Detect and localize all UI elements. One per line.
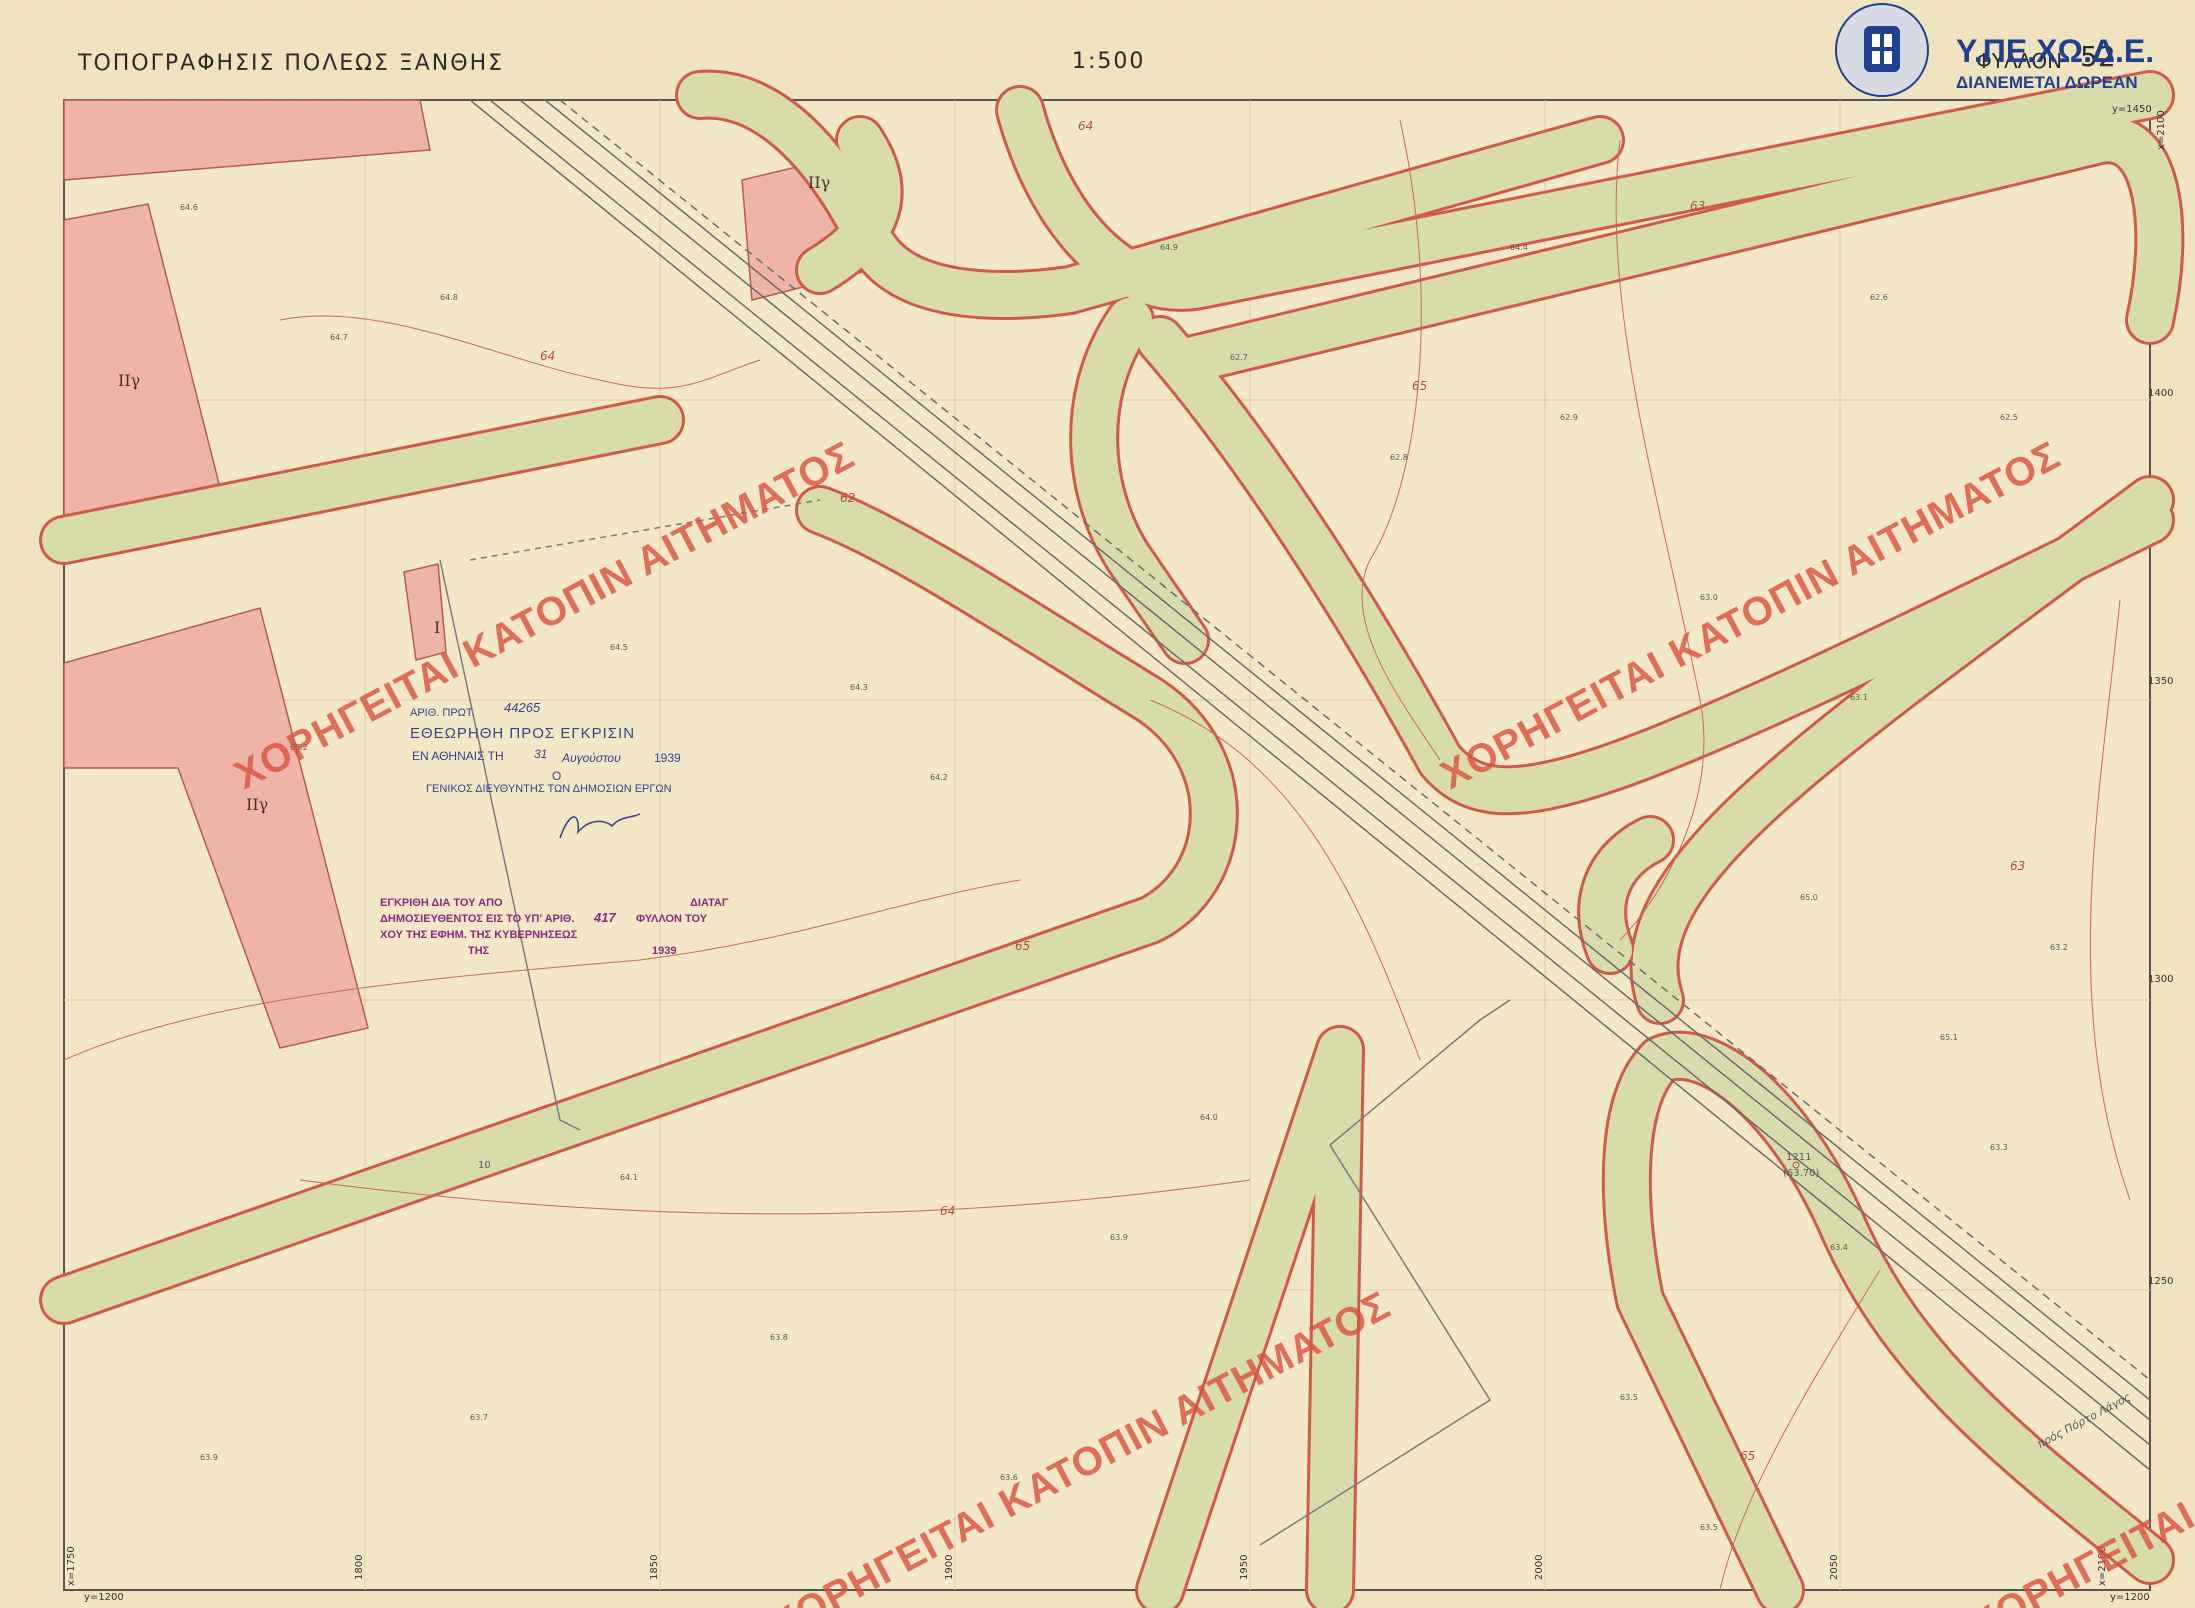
stamp-line: ΤΗΣ xyxy=(468,945,490,957)
contour-label: 64 xyxy=(1078,119,1093,133)
stamp-line: ΧΟΥ ΤΗΣ ΕΦΗΜ. ΤΗΣ ΚΥΒΕΡΝΗΣΕΩΣ xyxy=(380,929,578,941)
spot-height: 63.5 xyxy=(1620,1393,1638,1402)
grid-label: 1950 xyxy=(1239,1555,1250,1580)
spot-height: 63.7 xyxy=(470,1413,488,1422)
block-label-4: ΙΙγ xyxy=(808,173,830,192)
spot-height: 62.7 xyxy=(1230,353,1248,362)
sheet-title: ΤΟΠΟΓΡΑΦΗΣΙΣ ΠΟΛΕΩΣ ΞΑΝΘΗΣ xyxy=(77,51,504,76)
grid-label: 2050 xyxy=(1829,1555,1840,1580)
spot-height: 64.1 xyxy=(620,1173,638,1182)
spot-height: 63.4 xyxy=(1830,1243,1848,1252)
stamp-line: ΓΕΝΙΚΟΣ ΔΙΕΥΘΥΝΤΗΣ ΤΩΝ ΔΗΜΟΣΙΩΝ ΕΡΓΩΝ xyxy=(426,783,672,795)
stamp-protocol-value: 44265 xyxy=(504,700,541,715)
spot-height: 64.2 xyxy=(930,773,948,782)
stamp-line: 1939 xyxy=(652,945,676,957)
emblem-icon xyxy=(1835,3,1929,97)
stamp-line: ΕΝ ΑΘΗΝΑΙΣ ΤΗ xyxy=(412,749,504,763)
contour-label: 63 xyxy=(2010,859,2025,873)
contour-label: 65 xyxy=(1015,939,1030,953)
station-label: 1211 xyxy=(1786,1152,1811,1163)
spot-height: 62.5 xyxy=(2000,413,2018,422)
grid-label: 1850 xyxy=(649,1555,660,1580)
station-elevation: (63.70) xyxy=(1783,1168,1820,1179)
spot-height: 64.3 xyxy=(850,683,868,692)
stamp-line: ΕΘΕΩΡΗΘΗ ΠΡΟΣ ΕΓΚΡΙΣΙΝ xyxy=(410,725,635,742)
spot-height: 63.8 xyxy=(770,1333,788,1342)
block-label-1: ΙΙγ xyxy=(118,371,140,390)
stamp-date-month: Αυγούστου xyxy=(561,751,621,765)
spot-height: 62.6 xyxy=(1870,293,1888,302)
stamp-line: ΕΓΚΡΙΘΗ ΔΙΑ ΤΟΥ ΑΠΟ xyxy=(380,897,503,909)
spot-height: 63.5 xyxy=(1700,1523,1718,1532)
spot-height: 64.7 xyxy=(330,333,348,342)
spot-height: 64.5 xyxy=(610,643,628,652)
spot-height: 64.8 xyxy=(440,293,458,302)
spot-height: 62.9 xyxy=(1560,413,1578,422)
grid-label: x=1750 xyxy=(66,1546,77,1586)
stamp-date-day: 31 xyxy=(534,747,547,761)
spot-height: 63.9 xyxy=(1110,1233,1128,1242)
spot-height: 63.9 xyxy=(200,1453,218,1462)
contour-label: 63 xyxy=(1690,199,1705,213)
stamp-line: ΦΥΛΛΟΝ ΤΟΥ xyxy=(636,913,708,925)
spot-height: 65.0 xyxy=(1800,893,1818,902)
stamp-protocol-label: ΑΡΙΘ. ΠΡΩΤ. xyxy=(410,707,474,719)
topographic-map-sheet: ΙΙγ ΙΙγ Ι ΙΙγ 64 65 65 63 62 64 63 65 64… xyxy=(0,0,2195,1608)
grid-label: 1300 xyxy=(2148,974,2173,985)
contour-label: 62 xyxy=(840,491,855,505)
grid-label: 1800 xyxy=(354,1555,365,1580)
spot-height: 63.0 xyxy=(1700,593,1718,602)
grid-label: 1250 xyxy=(2148,1276,2173,1287)
block-label-2: ΙΙγ xyxy=(246,795,268,814)
stamp-line: ΔΗΜΟΣΙΕΥΘΕΝΤΟΣ ΕΙΣ ΤΟ ΥΠ' ΑΡΙΘ. xyxy=(380,913,575,925)
spot-height: 64.6 xyxy=(180,203,198,212)
spot-height: 63.2 xyxy=(2050,943,2068,952)
spot-height: 64.9 xyxy=(1160,243,1178,252)
block-label-3: Ι xyxy=(434,618,440,637)
grid-label: y=1200 xyxy=(2110,1592,2150,1603)
spot-height: 63.1 xyxy=(1850,693,1868,702)
brand-name: Υ.ΠΕ.ΧΩ.Δ.Ε. xyxy=(1956,33,2154,69)
stamp-line: ΔΙΑΤΑΓ xyxy=(690,897,729,909)
stamp-line: Ο xyxy=(552,769,561,783)
contour-label: 64 xyxy=(940,1204,955,1218)
sheet-scale: 1:500 xyxy=(1072,49,1145,74)
spot-height: 64.4 xyxy=(1510,243,1528,252)
contour-label: 65 xyxy=(1740,1449,1755,1463)
grid-label: y=1450 xyxy=(2112,104,2152,115)
spot-height: 62.8 xyxy=(1390,453,1408,462)
grid-label: y=1200 xyxy=(84,1592,124,1603)
grid-label: 1400 xyxy=(2148,388,2173,399)
stamp-line: 417 xyxy=(593,910,616,925)
contour-label: 64 xyxy=(540,349,555,363)
spot-height: 63.3 xyxy=(1990,1143,2008,1152)
grid-label: 1350 xyxy=(2148,676,2173,687)
grid-label: 2000 xyxy=(1534,1555,1545,1580)
spot-height: 64.0 xyxy=(1200,1113,1218,1122)
spot-height: 65.1 xyxy=(1940,1033,1958,1042)
contour-label: 65 xyxy=(1412,379,1427,393)
grid-label: x=2100 xyxy=(2156,110,2167,150)
brand-subtitle: ΔΙΑΝΕΜΕΤΑΙ ΔΩΡΕΑΝ xyxy=(1956,73,2138,92)
stamp-date-year: 1939 xyxy=(654,751,681,765)
point-10-label: 10 xyxy=(478,1160,491,1171)
